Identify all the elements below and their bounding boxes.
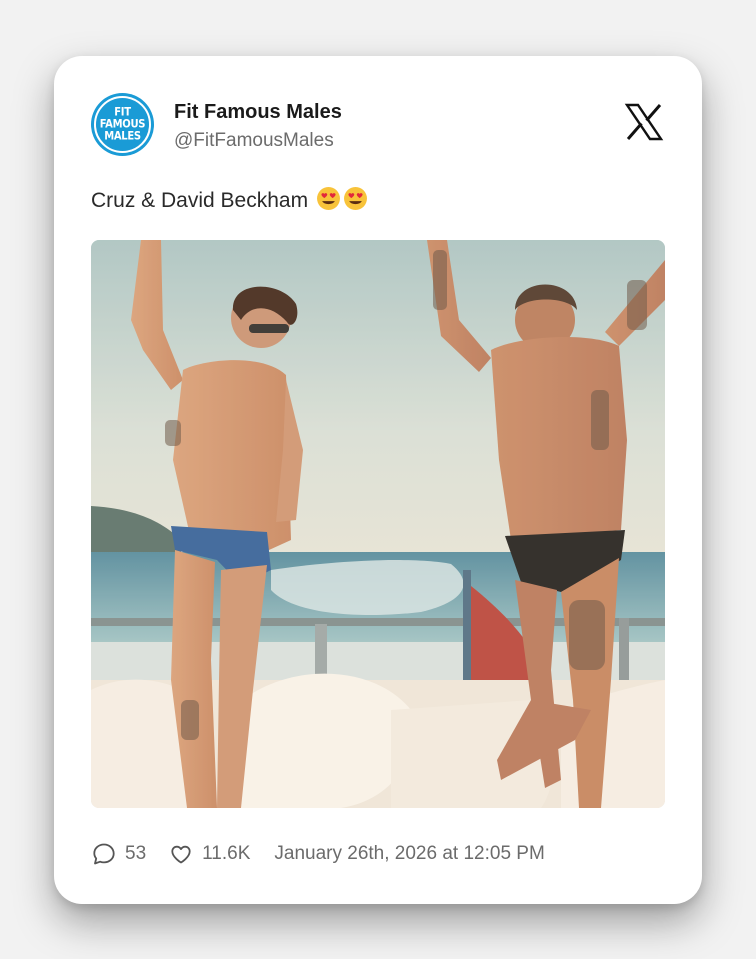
author-display-name[interactable]: Fit Famous Males	[174, 101, 342, 124]
avatar-text-line: FIT	[114, 105, 131, 119]
tweet-card: FIT FAMOUS MALES Fit Famous Males @FitFa…	[54, 56, 702, 904]
tweet-photo[interactable]	[91, 240, 665, 808]
photo-image	[91, 240, 665, 808]
avatar-logo: FIT FAMOUS MALES	[94, 96, 151, 153]
avatar-text-line: MALES	[104, 129, 141, 143]
heart-icon[interactable]	[168, 841, 194, 867]
x-logo-icon[interactable]	[624, 102, 664, 142]
author-handle[interactable]: @FitFamousMales	[174, 130, 334, 152]
tweet-text-content: Cruz & David Beckham	[91, 189, 309, 212]
avatar-text-line: FAMOUS	[99, 117, 146, 131]
heart-eyes-emoji-icon	[343, 187, 367, 210]
timestamp[interactable]: January 26th, 2026 at 12:05 PM	[274, 843, 544, 865]
heart-eyes-emoji-icon	[316, 187, 340, 210]
tweet-text: Cruz & David Beckham	[91, 186, 368, 213]
comment-icon[interactable]	[91, 841, 117, 867]
tweet-footer: 53 11.6K January 26th, 2026 at 12:05 PM	[91, 840, 545, 868]
like-count: 11.6K	[202, 843, 251, 864]
reply-count: 53	[125, 843, 147, 864]
avatar[interactable]: FIT FAMOUS MALES	[91, 93, 154, 156]
